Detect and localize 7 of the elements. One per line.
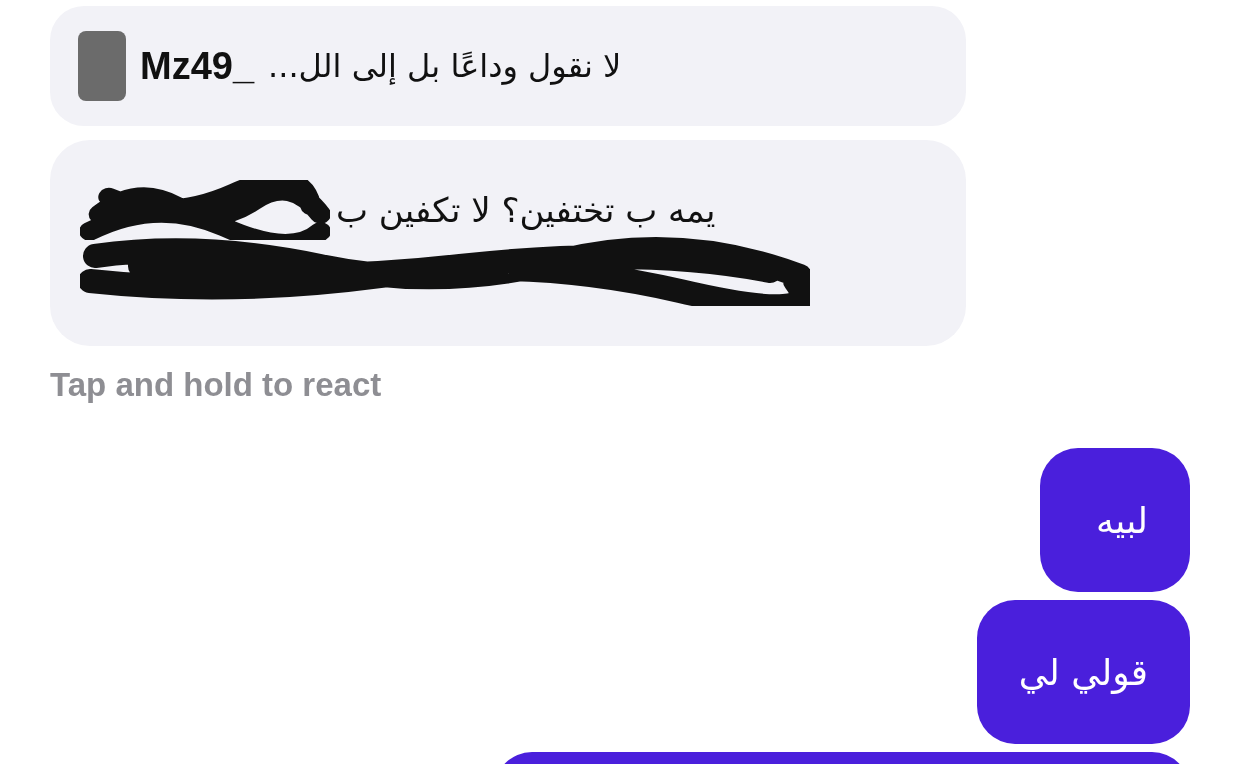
outgoing-message-bubble: قولي لي [976,600,1190,744]
react-hint-text: Tap and hold to react [50,366,383,404]
outgoing-message-bubble: لبيه [1040,448,1190,592]
quoted-text: لا نقول وداعًا بل إلى الل... [268,47,622,85]
sender-name: Mz49_ [140,44,255,88]
photo-placeholder [78,31,126,101]
message-text: يمه ب تختفين؟ لا تكفين ب [336,190,716,230]
